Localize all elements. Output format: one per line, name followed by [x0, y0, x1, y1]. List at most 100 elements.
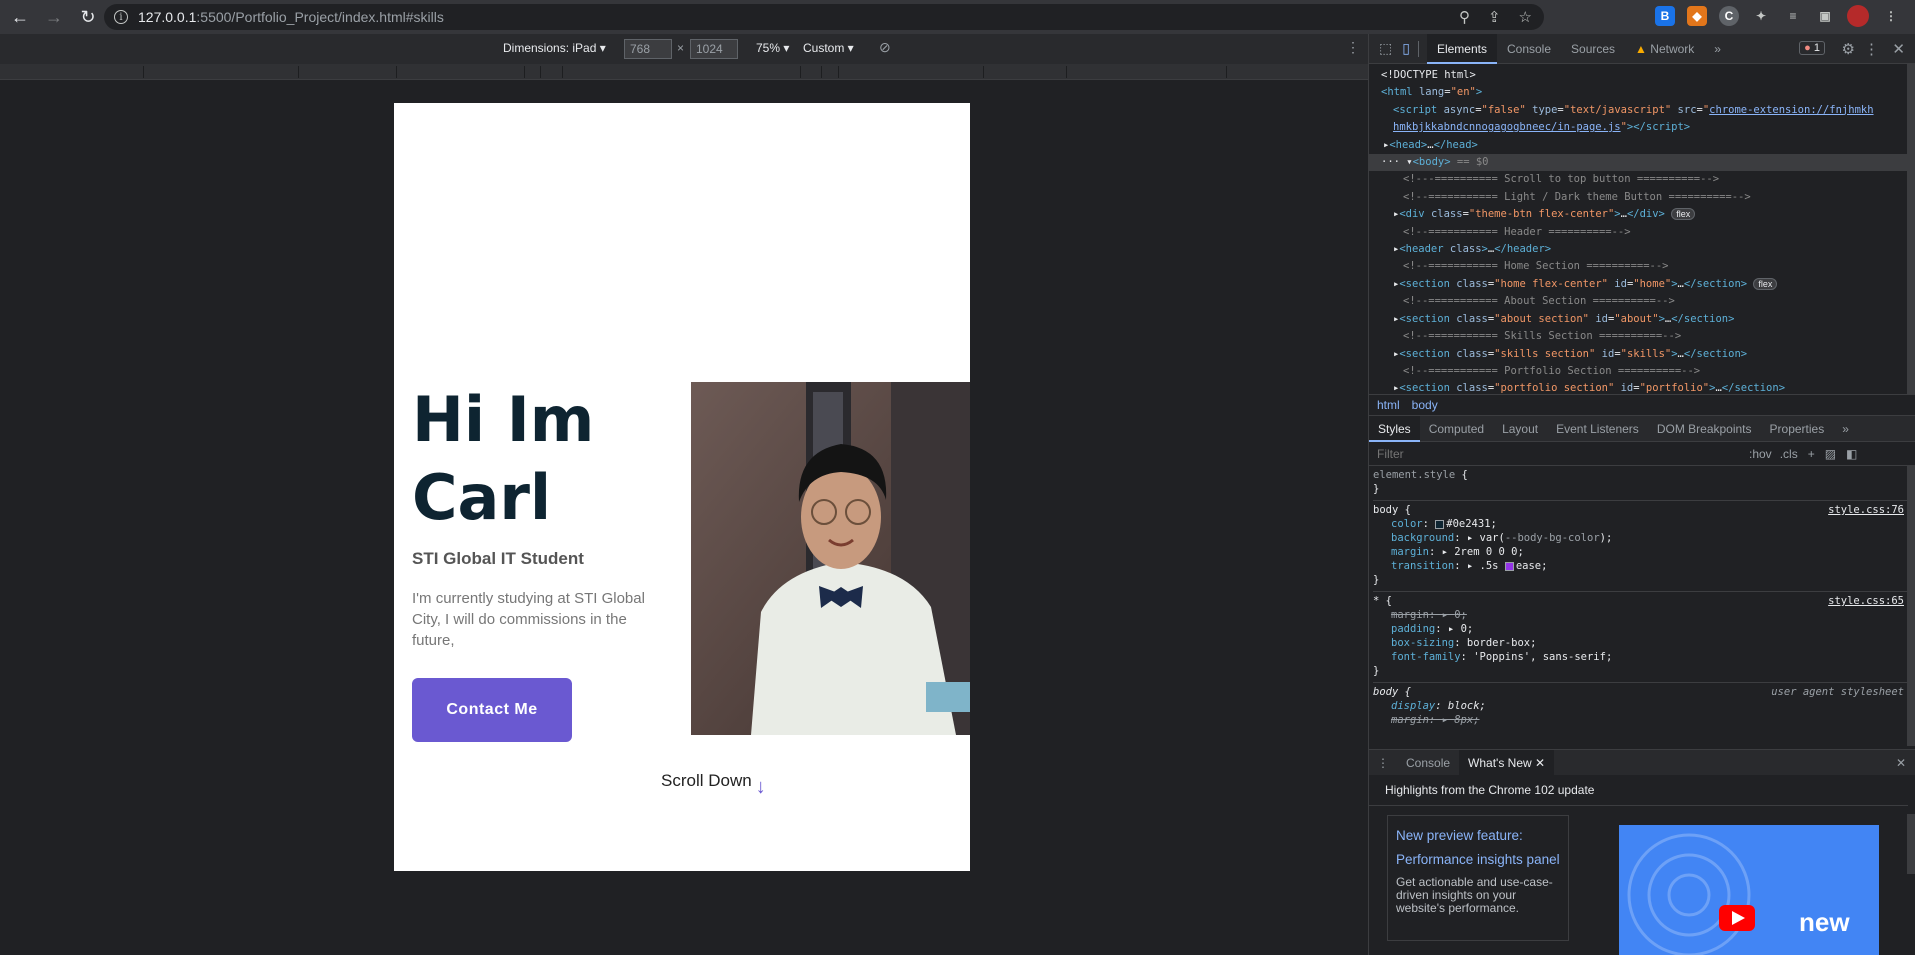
filter-input[interactable]	[1377, 446, 1737, 461]
zoom-select[interactable]: 75% ▾	[756, 41, 789, 55]
breadcrumb: html body	[1369, 394, 1915, 416]
tab-network-label: Network	[1650, 41, 1695, 56]
rotate-icon[interactable]: ⊘	[879, 39, 891, 56]
hov-toggle[interactable]: :hov	[1749, 447, 1772, 461]
dimensions-select[interactable]: Dimensions: iPad ▾	[503, 41, 606, 55]
puzzle-icon[interactable]: ✦	[1751, 6, 1771, 26]
extension-b-icon[interactable]: B	[1655, 6, 1675, 26]
zoom-icon[interactable]: ⚲	[1459, 8, 1470, 26]
reload-icon[interactable]: ↻	[74, 3, 102, 31]
dom-node[interactable]: <!--=========== Light / Dark theme Butto…	[1381, 189, 1908, 206]
device-more-icon[interactable]: ⋮	[1346, 39, 1360, 56]
width-input[interactable]	[624, 39, 672, 59]
metamask-icon[interactable]: ◆	[1687, 6, 1707, 26]
error-icon: ●	[1804, 42, 1811, 54]
rule-universal[interactable]: * { style.css:65 margin: ▸ 0; padding: ▸…	[1373, 592, 1908, 683]
settings-gear-icon[interactable]: ⚙	[1842, 40, 1855, 58]
more-style-tabs-icon[interactable]: »	[1833, 416, 1858, 442]
whats-new-video[interactable]: new	[1619, 825, 1879, 955]
tab-console[interactable]: Console	[1497, 34, 1561, 64]
url-text: 127.0.0.1:5500/Portfolio_Project/index.h…	[138, 9, 444, 25]
sidebar-toggle-icon[interactable]: ◧	[1846, 447, 1857, 461]
share-icon[interactable]: ⇪	[1488, 8, 1501, 26]
throttle-select[interactable]: Custom ▾	[803, 41, 854, 55]
dom-node[interactable]: ▸<section class="home flex-center" id="h…	[1381, 276, 1908, 293]
inspect-icon[interactable]: ⬚	[1379, 40, 1392, 57]
tab-properties[interactable]: Properties	[1761, 416, 1834, 442]
dom-node[interactable]: <!--=========== Home Section ==========-…	[1381, 258, 1908, 275]
rule-source-link[interactable]: style.css:65	[1828, 594, 1904, 608]
tab-sources[interactable]: Sources	[1561, 34, 1625, 64]
dom-node[interactable]: <script async="false" type="text/javascr…	[1381, 102, 1908, 119]
dom-node[interactable]: ▸<section class="portfolio section" id="…	[1381, 380, 1908, 394]
cls-toggle[interactable]: .cls	[1780, 447, 1798, 461]
forward-icon[interactable]: →	[40, 3, 68, 31]
dom-node[interactable]: ▸<div class="theme-btn flex-center">…</d…	[1381, 206, 1908, 223]
tab-styles[interactable]: Styles	[1369, 415, 1420, 442]
rule-user-agent[interactable]: body { user agent stylesheet display: bl…	[1373, 683, 1908, 731]
dom-node[interactable]: ▸<section class="skills section" id="ski…	[1381, 346, 1908, 363]
dom-node[interactable]: ▸<header class>…</header>	[1381, 241, 1908, 258]
rule-source-link[interactable]: style.css:76	[1828, 503, 1904, 517]
device-toggle-icon[interactable]: ▯	[1402, 40, 1410, 57]
close-tab-icon[interactable]: ✕	[1535, 756, 1545, 770]
drawer-tab-whats-new[interactable]: What's New ✕	[1459, 749, 1555, 776]
dom-node[interactable]: <!DOCTYPE html>	[1381, 67, 1908, 84]
contact-button[interactable]: Contact Me	[412, 678, 572, 742]
more-tabs-icon[interactable]: »	[1704, 34, 1731, 64]
rule-body[interactable]: body { style.css:76 color: #0e2431; back…	[1373, 501, 1908, 592]
profile-avatar[interactable]	[1847, 5, 1869, 27]
styles-filter: :hov .cls + ▨ ◧	[1369, 442, 1915, 466]
tab-event-listeners[interactable]: Event Listeners	[1547, 416, 1648, 442]
dom-scrollbar[interactable]	[1907, 64, 1915, 394]
dom-node[interactable]: ▸<head>…</head>	[1381, 137, 1908, 154]
devtools-tabs: ⬚ ▯ Elements Console Sources ▲ Network »…	[1369, 33, 1915, 64]
drawer-tabs: ⋮ Console What's New ✕ ✕	[1369, 749, 1915, 776]
paint-icon[interactable]: ▨	[1825, 447, 1836, 461]
height-input[interactable]	[690, 39, 738, 59]
drawer-menu-icon[interactable]: ⋮	[1369, 756, 1397, 770]
whats-new-scrollbar[interactable]	[1907, 814, 1915, 874]
tab-elements[interactable]: Elements	[1426, 33, 1497, 64]
devtools-menu-icon[interactable]: ⋮	[1864, 40, 1879, 58]
user-agent-label: user agent stylesheet	[1771, 686, 1904, 698]
dom-node[interactable]: <!--=========== Header ==========-->	[1381, 224, 1908, 241]
extension-icons: B ◆ C ✦ ≡ ▣ ⋮	[1655, 5, 1901, 27]
rule-element-style[interactable]: element.style { }	[1373, 466, 1908, 501]
back-icon[interactable]: ←	[6, 3, 34, 31]
breadcrumb-html[interactable]: html	[1377, 398, 1400, 412]
breadcrumb-body[interactable]: body	[1412, 398, 1438, 412]
error-badge[interactable]: ● 1	[1799, 41, 1825, 55]
dom-node[interactable]: <!--=========== Portfolio Section ======…	[1381, 363, 1908, 380]
tab-layout[interactable]: Layout	[1493, 416, 1547, 442]
menu-kebab-icon[interactable]: ⋮	[1881, 6, 1901, 26]
scroll-down-link[interactable]: Scroll Down ↓	[661, 768, 766, 798]
dom-node[interactable]: <!---========== Scroll to top button ===…	[1381, 171, 1908, 188]
bookmark-star-icon[interactable]: ☆	[1519, 8, 1532, 26]
zoom-label: 75%	[756, 41, 781, 55]
dom-node[interactable]: <!--=========== About Section ==========…	[1381, 293, 1908, 310]
address-bar[interactable]: i 127.0.0.1:5500/Portfolio_Project/index…	[104, 4, 1544, 30]
close-devtools-icon[interactable]: ✕	[1892, 40, 1905, 58]
video-new-label: new	[1799, 907, 1850, 937]
dom-node[interactable]: <html lang="en">	[1381, 84, 1908, 101]
tab-computed[interactable]: Computed	[1420, 416, 1493, 442]
close-drawer-icon[interactable]: ✕	[1896, 756, 1906, 770]
dom-node-body-selected[interactable]: ··· ▾<body> == $0	[1369, 154, 1908, 172]
tab-network[interactable]: ▲ Network	[1625, 34, 1704, 64]
sidepanel-icon[interactable]: ▣	[1815, 6, 1835, 26]
add-rule-icon[interactable]: +	[1808, 447, 1815, 461]
dom-node[interactable]: ▸<section class="about section" id="abou…	[1381, 311, 1908, 328]
whats-new-card-title[interactable]: New preview feature: Performance insight…	[1396, 824, 1560, 872]
extension-c-icon[interactable]: C	[1719, 6, 1739, 26]
url-path: :5500/Portfolio_Project/index.html#skill…	[196, 9, 444, 25]
dom-node[interactable]: <!--=========== Skills Section =========…	[1381, 328, 1908, 345]
whats-new-card[interactable]: New preview feature: Performance insight…	[1387, 815, 1569, 941]
tab-dom-breakpoints[interactable]: DOM Breakpoints	[1648, 416, 1761, 442]
drawer-tab-console[interactable]: Console	[1397, 750, 1459, 776]
dom-node[interactable]: hmkbjkkabndcnnogagogbneec/in-page.js"></…	[1381, 119, 1908, 136]
playlist-icon[interactable]: ≡	[1783, 6, 1803, 26]
styles-scrollbar[interactable]	[1907, 466, 1915, 746]
info-icon[interactable]: i	[114, 10, 128, 24]
times-sign: ×	[677, 41, 685, 55]
